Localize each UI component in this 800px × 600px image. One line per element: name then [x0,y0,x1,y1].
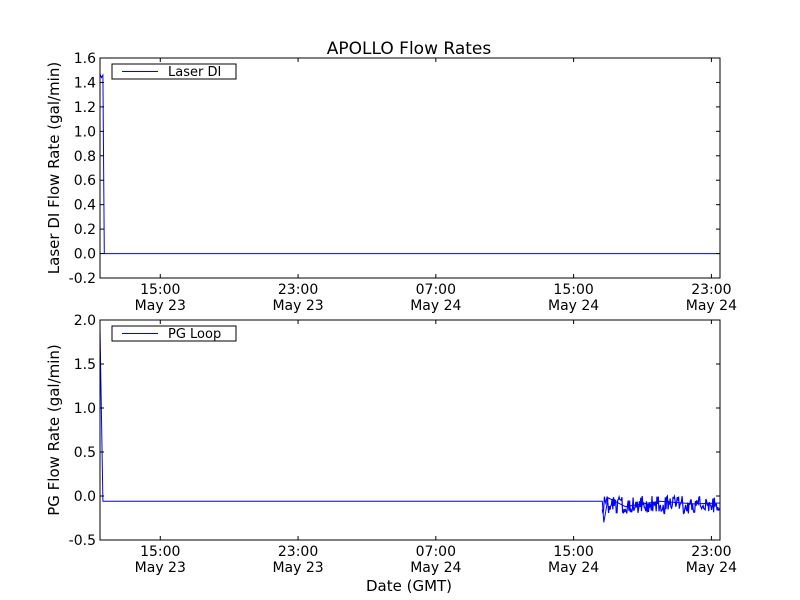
series-noise-pg-loop [601,493,721,515]
y-tick-label: 1.0 [74,401,96,417]
y-tick-label: 2.0 [74,313,96,329]
x-tick-date-label: May 24 [410,298,461,314]
axes-frame [99,57,721,279]
x-tick-time-label: 15:00 [140,282,180,298]
x-tick-time-label: 23:00 [278,544,318,560]
flow-rates-figure: APOLLO Flow Rates -0.2 0.0 0.2 0.4 0.6 0.8 1.0… [45,39,737,595]
x-tick-time-label: 23:00 [691,544,731,560]
x-tick-date-label: May 23 [272,560,323,576]
x-axis-label: Date (GMT) [366,577,452,595]
legend-label: PG Loop [168,327,221,342]
legend-label: Laser DI [168,65,221,80]
series-line-laser-di [99,73,720,255]
x-tick-date-label: May 23 [135,560,186,576]
x-tick-time-label: 15:00 [553,282,593,298]
y-tick-label: 1.5 [74,357,96,373]
y-tick-label: 0.0 [74,247,96,263]
y-tick-label: 1.0 [74,124,96,140]
y-axis-label: PG Flow Rate (gal/min) [45,344,63,516]
x-tick-time-label: 23:00 [278,282,318,298]
y-tick-label: 1.4 [74,75,96,91]
y-tick-label: 0.4 [74,198,96,214]
x-tick-date-label: May 24 [548,560,599,576]
x-tick-time-label: 15:00 [140,544,180,560]
y-tick-label: 0.5 [74,445,96,461]
x-tick-date-label: May 24 [410,560,461,576]
legend: PG Loop [111,325,237,342]
figure-title: APOLLO Flow Rates [327,39,492,59]
x-tick-date-label: May 24 [686,298,737,314]
y-tick-label: 0.6 [74,173,96,189]
laser-di-plot: -0.20.00.20.40.60.81.01.21.41.615:00May … [45,51,737,314]
x-tick-time-label: 15:00 [553,544,593,560]
x-tick-date-label: May 23 [135,298,186,314]
x-tick-time-label: 07:00 [416,544,456,560]
y-tick-label: 0.0 [74,489,96,505]
x-tick-time-label: 23:00 [691,282,731,298]
y-tick-label: -0.2 [69,271,96,287]
series-line-pg-loop [99,328,721,523]
y-tick-label: 1.2 [74,100,96,116]
x-tick-date-label: May 24 [548,298,599,314]
y-tick-label: 0.2 [74,222,96,238]
x-tick-date-label: May 24 [686,560,737,576]
y-axis-label: Laser DI Flow Rate (gal/min) [45,62,63,274]
x-tick-date-label: May 23 [272,298,323,314]
y-tick-label: -0.5 [69,533,96,549]
x-tick-time-label: 07:00 [416,282,456,298]
pg-loop-plot: -0.50.00.51.01.52.015:00May 2323:00May 2… [45,313,737,576]
legend: Laser DI [111,63,237,80]
y-tick-label: 0.8 [74,149,96,165]
y-tick-label: 1.6 [74,51,96,67]
